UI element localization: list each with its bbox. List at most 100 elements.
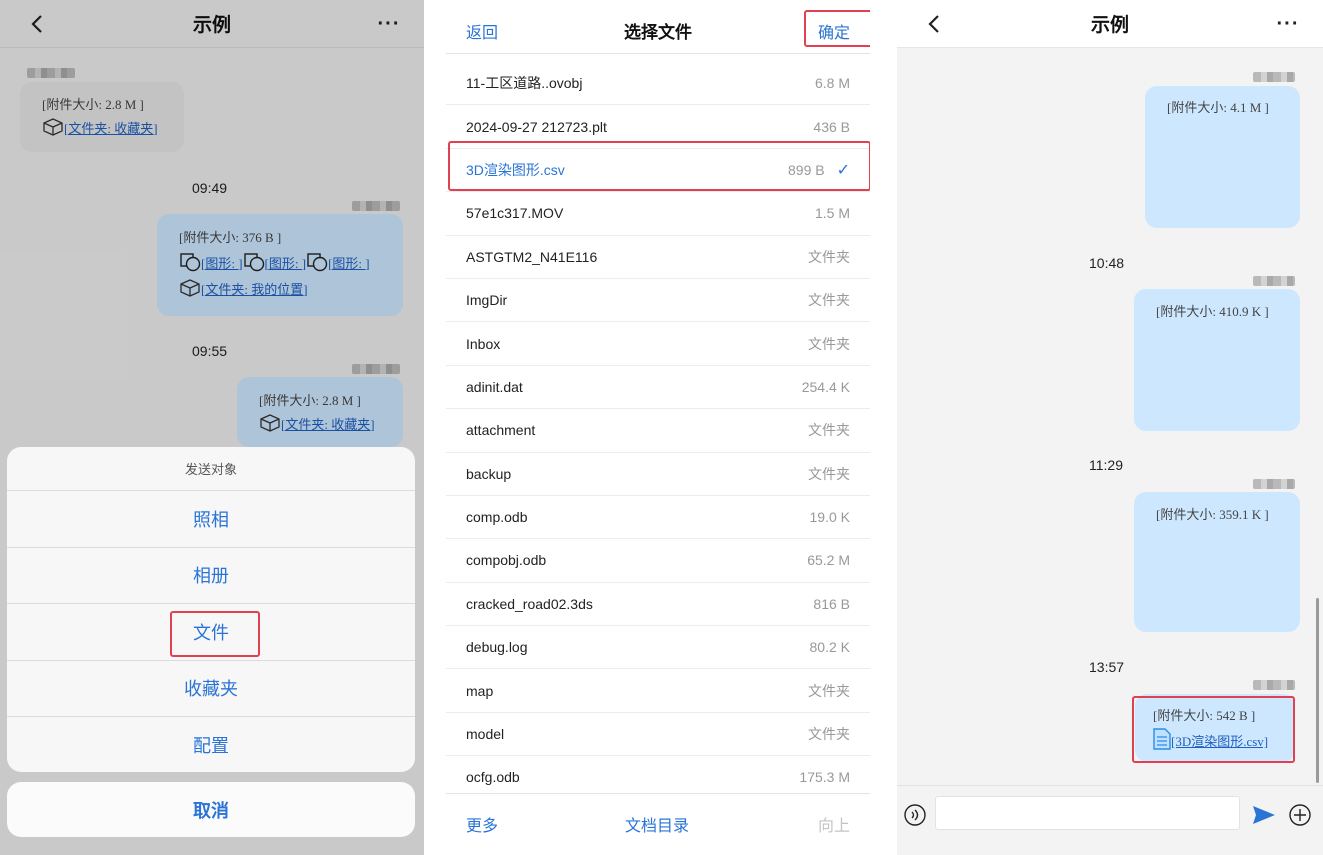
file-row[interactable]: debug.log 80.2 K <box>446 626 870 670</box>
file-size: 文件夹 <box>808 682 850 699</box>
file-meta: 65.2 M <box>807 552 850 568</box>
scrollbar[interactable] <box>1316 598 1319 783</box>
more-dots-icon[interactable]: ··· <box>1271 9 1305 39</box>
file-row[interactable]: model 文件夹 <box>446 713 870 757</box>
picker-title: 选择文件 <box>624 23 692 42</box>
option-camera[interactable]: 照相 <box>7 491 415 548</box>
file-name: comp.odb <box>466 509 528 526</box>
file-size: 80.2 K <box>809 639 850 656</box>
blurred-sender-name <box>1253 72 1295 82</box>
timestamp: 10:48 <box>1089 255 1125 271</box>
file-size: 1.5 M <box>814 205 850 222</box>
file-name: Inbox <box>466 335 501 352</box>
add-icon[interactable] <box>1289 804 1311 831</box>
csv-file-link[interactable]: [3D渲染图形.csv] <box>1171 731 1268 750</box>
file-row[interactable]: Inbox 文件夹 <box>446 322 870 366</box>
file-row[interactable]: 2024-09-27 212723.plt 436 B <box>446 105 870 149</box>
file-name: model <box>466 726 505 743</box>
file-row[interactable]: ImgDir 文件夹 <box>446 279 870 323</box>
file-row[interactable]: 11-工区道路..ovobj 6.8 M <box>446 62 870 106</box>
option-album[interactable]: 相册 <box>7 548 415 604</box>
file-row[interactable]: cracked_road02.3ds 816 B <box>446 583 870 627</box>
file-meta: 文件夹 <box>808 420 850 440</box>
docs-dir-button[interactable]: 文档目录 <box>625 812 689 836</box>
file-name: 57e1c317.MOV <box>466 205 564 222</box>
file-row[interactable]: map 文件夹 <box>446 669 870 713</box>
file-name: 11-工区道路..ovobj <box>466 75 583 92</box>
file-meta: 文件夹 <box>808 247 850 267</box>
cancel-button[interactable]: 取消 <box>7 782 415 837</box>
option-file[interactable]: 文件 <box>7 604 415 661</box>
file-name: ImgDir <box>466 292 508 309</box>
chat-panel-result: 示例 ··· [附件大小: 4.1 M ] 10:48 [附件大小: 410.9… <box>897 0 1323 855</box>
file-meta: 文件夹 <box>808 464 850 484</box>
option-config[interactable]: 配置 <box>7 717 415 772</box>
blurred-sender-name <box>1253 276 1295 286</box>
attachment-size: [附件大小: 359.1 K ] <box>1156 507 1269 522</box>
file-size: 文件夹 <box>808 726 850 743</box>
file-row[interactable]: 3D渲染图形.csv 899 B ✓ <box>446 149 870 193</box>
file-row[interactable]: adinit.dat 254.4 K <box>446 366 870 410</box>
file-meta: 254.4 K <box>802 379 850 395</box>
file-row[interactable]: 57e1c317.MOV 1.5 M <box>446 192 870 236</box>
file-name: adinit.dat <box>466 378 523 395</box>
timestamp: 11:29 <box>1089 457 1123 473</box>
timestamp: 13:57 <box>1089 659 1125 675</box>
file-row[interactable]: backup 文件夹 <box>446 453 870 496</box>
back-chevron-icon[interactable] <box>919 9 949 39</box>
file-size: 文件夹 <box>808 335 850 352</box>
picker-footer: 更多 文档目录 向上 <box>446 793 870 855</box>
file-meta: 19.0 K <box>810 509 850 525</box>
file-name: ASTGTM2_N41E116 <box>466 248 598 265</box>
voice-icon[interactable] <box>904 804 926 831</box>
file-list: 11-工区道路..ovobj 6.8 M 2024-09-27 212723.plt… <box>446 62 870 800</box>
file-name: backup <box>466 465 512 482</box>
message-input[interactable] <box>935 796 1240 830</box>
file-name: 3D渲染图形.csv <box>466 161 565 178</box>
file-row[interactable]: comp.odb 19.0 K <box>446 496 870 540</box>
file-size: 899 B <box>788 161 825 178</box>
file-name: attachment <box>466 422 536 439</box>
picker-header: 返回 选择文件 确定 <box>446 0 870 54</box>
confirm-button[interactable]: 确定 <box>818 19 850 43</box>
file-size: 436 B <box>813 118 850 135</box>
input-bar <box>897 785 1323 855</box>
file-meta: 1.5 M <box>815 205 850 221</box>
file-meta: 899 B ✓ <box>788 160 850 180</box>
chat-panel-with-sheet: 示例 ··· [附件大小: 2.8 M ] [文件夹: 收藏夹] 09:49 [… <box>0 0 424 855</box>
file-size: 19.0 K <box>809 509 850 526</box>
option-favorites[interactable]: 收藏夹 <box>7 661 415 717</box>
checkmark-icon: ✓ <box>836 161 850 179</box>
file-meta: 文件夹 <box>808 290 850 310</box>
more-button[interactable]: 更多 <box>466 812 498 836</box>
file-size: 6.8 M <box>814 75 850 92</box>
message-bubble[interactable]: [附件大小: 359.1 K ] <box>1134 492 1300 632</box>
file-name: cracked_road02.3ds <box>466 595 593 612</box>
file-name: 2024-09-27 212723.plt <box>466 118 607 135</box>
attachment-size: [附件大小: 542 B ] <box>1153 708 1256 723</box>
attachment-size: [附件大小: 410.9 K ] <box>1156 304 1269 319</box>
attachment-size: [附件大小: 4.1 M ] <box>1167 100 1269 115</box>
file-meta: 文件夹 <box>808 681 850 701</box>
file-size: 文件夹 <box>808 292 850 309</box>
file-meta: 文件夹 <box>808 334 850 354</box>
file-size: 175.3 M <box>799 769 850 786</box>
file-meta: 文件夹 <box>808 724 850 744</box>
file-row[interactable]: attachment 文件夹 <box>446 409 870 453</box>
message-bubble[interactable]: [附件大小: 542 B ] [3D渲染图形.csv] <box>1135 694 1295 762</box>
message-bubble[interactable]: [附件大小: 4.1 M ] <box>1145 86 1300 228</box>
file-name: debug.log <box>466 639 528 656</box>
file-row[interactable]: ASTGTM2_N41E116 文件夹 <box>446 236 870 279</box>
file-picker-panel: 返回 选择文件 确定 11-工区道路..ovobj 6.8 M 2024-09-27… <box>446 0 870 855</box>
send-icon[interactable] <box>1252 805 1276 830</box>
screenshot-root: 示例 ··· [附件大小: 2.8 M ] [文件夹: 收藏夹] 09:49 [… <box>0 0 1323 855</box>
file-name: map <box>466 682 494 699</box>
message-bubble[interactable]: [附件大小: 410.9 K ] <box>1134 289 1300 431</box>
file-size: 文件夹 <box>808 422 850 439</box>
blurred-sender-name <box>1253 479 1295 489</box>
file-meta: 436 B <box>813 119 850 135</box>
sheet-title: 发送对象 <box>7 447 415 491</box>
file-name: compobj.odb <box>466 552 547 569</box>
file-row[interactable]: compobj.odb 65.2 M <box>446 539 870 583</box>
up-button[interactable]: 向上 <box>818 812 850 836</box>
